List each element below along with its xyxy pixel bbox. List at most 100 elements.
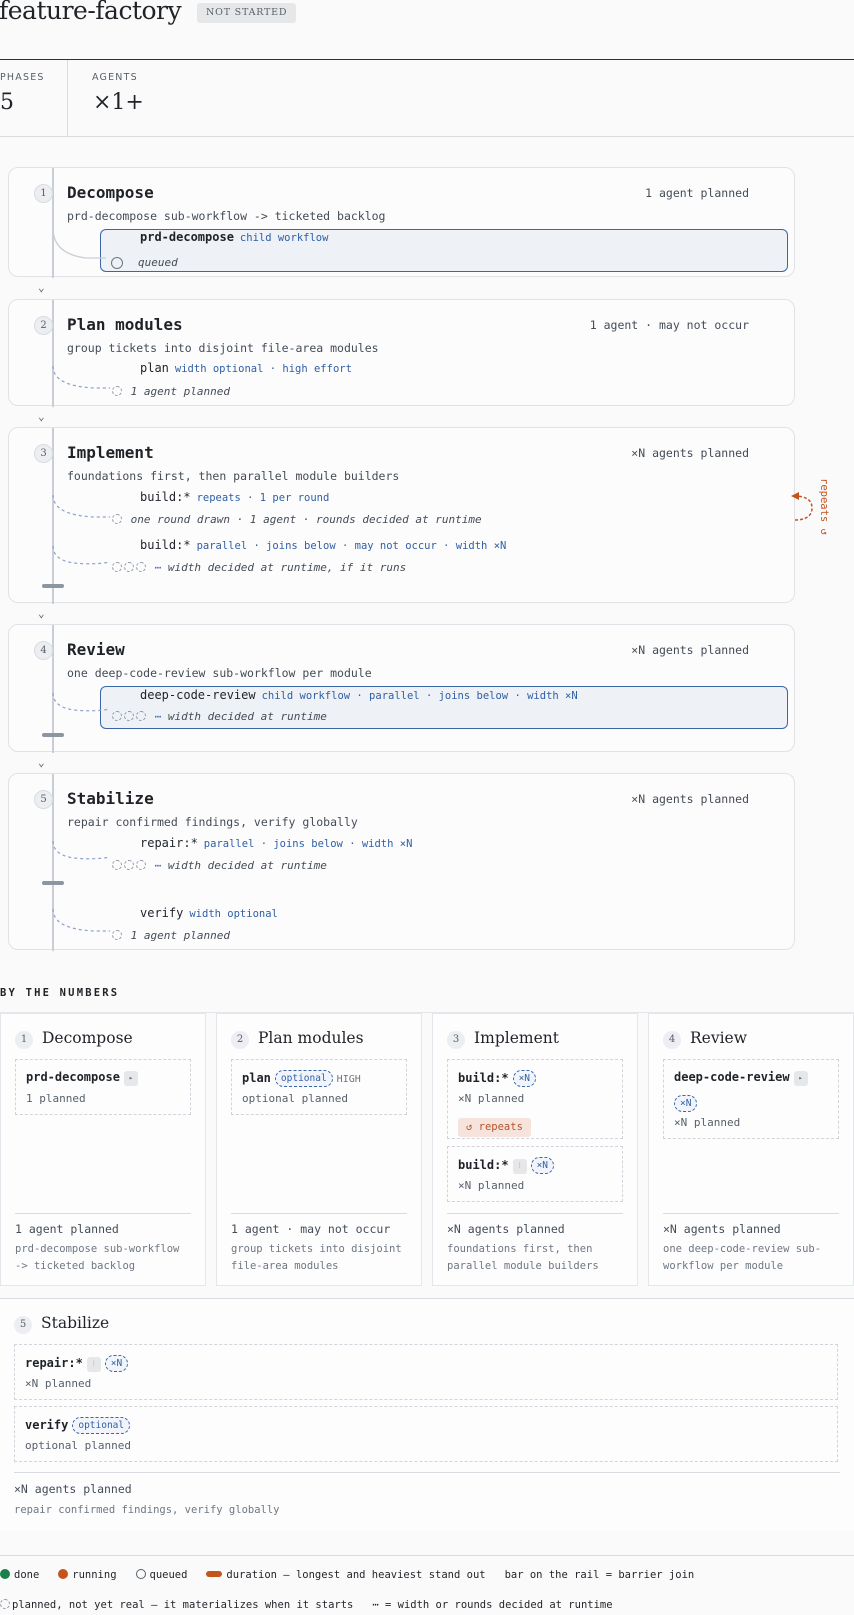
- rail-connector: [52, 228, 106, 259]
- agent-note: one round drawn · 1 agent · rounds decid…: [130, 513, 482, 526]
- page-title: feature-factory: [0, 0, 182, 25]
- numbers-card-decompose[interactable]: 1 Decompose prd-decompose ▸ 1 planned 1 a…: [0, 1013, 206, 1286]
- card-number: 2: [231, 1031, 249, 1049]
- card-summary: 1 agent planned: [15, 1222, 119, 1236]
- width-pill: ×N: [674, 1095, 698, 1112]
- agent-row[interactable]: repair:* parallel · joins below · width ×…: [140, 836, 412, 850]
- stat-agents-value: ×1+: [93, 90, 144, 115]
- card-divider: [663, 1213, 839, 1214]
- agent-row[interactable]: build:* repeats · 1 per round: [140, 490, 329, 504]
- card-summary: 1 agent · may not occur: [231, 1222, 391, 1236]
- agent-tags: child workflow · parallel · joins below …: [261, 690, 578, 702]
- card-divider: [447, 1213, 623, 1214]
- agent-row[interactable]: prd-decompose child workflow: [140, 230, 328, 244]
- agent-name: prd-decompose: [140, 230, 234, 244]
- agent-card[interactable]: plan optional HIGH optional planned: [231, 1059, 407, 1115]
- queued-status-icon: [111, 257, 123, 269]
- agent-name: plan: [140, 361, 169, 375]
- agent-note-row: ⋯ width decided at runtime: [112, 710, 327, 723]
- card-description: parallel module builders: [447, 1260, 599, 1272]
- agent-planned: ×N planned: [458, 1092, 525, 1105]
- planned-dot-icon: [124, 562, 134, 572]
- agent-card[interactable]: prd-decompose ▸ 1 planned: [15, 1059, 191, 1115]
- agent-card[interactable]: build:* ×N ×N planned ↺ repeats: [447, 1059, 623, 1139]
- legend-width: ⋯ = width or rounds decided at runtime: [372, 1599, 613, 1611]
- agent-name: build:*: [458, 1071, 509, 1085]
- legend-barrier: bar on the rail = barrier join: [504, 1569, 695, 1581]
- ellipsis-icon: ⋯: [154, 710, 162, 723]
- phase-card-review[interactable]: 4 Review ×N agents planned one deep-code…: [8, 624, 795, 753]
- stats-bar: PHASES 5 AGENTS ×1+: [0, 60, 854, 137]
- card-number: 4: [663, 1031, 681, 1049]
- planned-dot-icon: [124, 711, 134, 721]
- phase-description: foundations first, then parallel module …: [67, 469, 400, 483]
- parallel-icon: ⫶: [512, 1159, 527, 1174]
- play-icon[interactable]: ▸: [123, 1071, 138, 1086]
- agent-name: verify: [25, 1418, 69, 1432]
- card-name: Decompose: [42, 1029, 133, 1047]
- agent-row[interactable]: deep-code-review child workflow · paralle…: [140, 688, 578, 702]
- numbers-card-stabilize[interactable]: 5 Stabilize repair:* ⫶ ×N ×N planned verif…: [0, 1299, 854, 1530]
- agent-planned: ×N planned: [458, 1179, 525, 1192]
- width-pill: ×N: [512, 1070, 537, 1087]
- phase-number: 5: [34, 790, 53, 809]
- agent-row[interactable]: plan width optional · high effort: [140, 361, 352, 375]
- planned-dot-icon: [112, 514, 122, 524]
- stat-phases-value: 5: [0, 90, 14, 115]
- agent-card[interactable]: deep-code-review ▸ ×N ×N planned: [663, 1059, 839, 1139]
- queued-dot-icon: [135, 1569, 146, 1579]
- agent-card-row: ×N: [674, 1092, 698, 1112]
- card-description: -> ticketed backlog: [15, 1260, 136, 1272]
- planned-dot-icon: [136, 860, 146, 870]
- planned-dot-icon: [124, 860, 134, 870]
- phase-meta: 1 agent planned: [645, 186, 749, 200]
- card-name: Implement: [474, 1029, 559, 1047]
- agent-name: verify: [140, 906, 184, 920]
- stat-phases: PHASES 5: [0, 60, 67, 136]
- phase-card-stabilize[interactable]: 5 Stabilize ×N agents planned repair con…: [8, 773, 795, 951]
- agent-row[interactable]: build:* parallel · joins below · may not …: [140, 538, 506, 552]
- agent-card[interactable]: build:* ⫶ ×N ×N planned: [447, 1146, 623, 1202]
- card-description: foundations first, then: [447, 1243, 593, 1255]
- agent-card[interactable]: repair:* ⫶ ×N ×N planned: [14, 1344, 838, 1400]
- numbers-card-implement[interactable]: 3 Implement build:* ×N ×N planned ↺ repea…: [432, 1013, 638, 1286]
- agent-note: width decided at runtime: [167, 859, 327, 872]
- card-description: group tickets into disjoint: [231, 1243, 402, 1255]
- phase-card-plan-modules[interactable]: 2 Plan modules 1 agent · may not occur g…: [8, 299, 795, 407]
- play-icon[interactable]: ▸: [793, 1071, 808, 1086]
- planned-dot-icon: [0, 1599, 10, 1609]
- chevron-down-icon: ⌄: [38, 281, 45, 294]
- repeats-label: repeats ↺: [818, 478, 830, 535]
- agent-card[interactable]: verify optional optional planned: [14, 1406, 838, 1462]
- agent-planned: optional planned: [25, 1439, 131, 1452]
- phase-card-implement[interactable]: 3 Implement ×N agents planned foundation…: [8, 427, 795, 604]
- phase-meta: ×N agents planned: [631, 792, 749, 806]
- card-divider: [231, 1213, 407, 1214]
- planned-dot-icon: [136, 562, 146, 572]
- agent-tags: child workflow: [239, 232, 329, 244]
- stat-phases-label: PHASES: [0, 72, 45, 83]
- card-name: Stabilize: [41, 1314, 110, 1332]
- agent-note: 1 agent planned: [130, 385, 230, 398]
- done-dot-icon: [0, 1569, 10, 1579]
- card-name: Review: [690, 1029, 747, 1047]
- agent-card-row: deep-code-review ▸: [674, 1070, 808, 1086]
- legend-queued: queued: [149, 1569, 188, 1581]
- barrier-join-bar: [42, 733, 64, 737]
- agent-tags: repeats · 1 per round: [196, 492, 330, 504]
- agent-name: deep-code-review: [140, 688, 256, 702]
- phase-number: 4: [34, 641, 53, 660]
- agent-card-row: verify optional: [25, 1417, 131, 1434]
- numbers-card-plan-modules[interactable]: 2 Plan modules plan optional HIGH optional…: [216, 1013, 422, 1286]
- legend-row: planned, not yet real — it materializes …: [0, 1599, 613, 1611]
- planned-dot-icon: [112, 711, 122, 721]
- chevron-down-icon: ⌄: [38, 756, 45, 769]
- legend-done: done: [14, 1569, 40, 1581]
- numbers-card-review[interactable]: 4 Review deep-code-review ▸ ×N ×N planned…: [648, 1013, 854, 1286]
- agent-name: prd-decompose: [26, 1070, 120, 1084]
- stat-agents-label: AGENTS: [92, 72, 138, 83]
- agent-row[interactable]: verify width optional: [140, 906, 278, 920]
- optional-pill: optional: [72, 1417, 131, 1434]
- chevron-down-icon: ⌄: [38, 410, 45, 423]
- phase-card-decompose[interactable]: 1 Decompose 1 agent planned prd-decompos…: [8, 167, 795, 278]
